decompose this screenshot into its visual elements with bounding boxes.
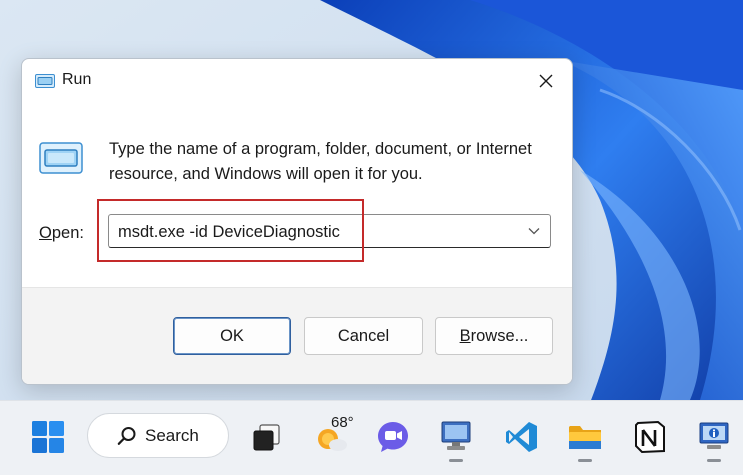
taskbar-search[interactable]: Search	[87, 413, 229, 458]
browse-button[interactable]: Browse...	[435, 317, 553, 355]
task-view-button[interactable]	[244, 415, 288, 459]
cancel-button[interactable]: Cancel	[304, 317, 423, 355]
chevron-down-icon	[528, 228, 540, 235]
chat-button[interactable]	[371, 415, 415, 459]
desktop: Run Type the name of a program, folder, …	[0, 0, 743, 475]
close-button[interactable]	[528, 65, 564, 97]
open-label-text: pen:	[51, 224, 84, 242]
vscode-icon	[506, 422, 537, 452]
weather-temperature: 68°	[331, 414, 354, 431]
dialog-description: Type the name of a program, folder, docu…	[109, 140, 532, 183]
open-input[interactable]	[118, 221, 513, 243]
teams-chat-icon	[378, 422, 408, 452]
start-button[interactable]	[26, 415, 70, 459]
system-info-button[interactable]	[692, 415, 736, 459]
close-icon	[539, 74, 553, 88]
ok-button[interactable]: OK	[173, 317, 291, 355]
system-info-running-indicator	[707, 459, 721, 462]
open-label: Open:	[39, 224, 84, 243]
open-label-accelerator: O	[39, 224, 52, 242]
vscode-button[interactable]	[500, 415, 544, 459]
browse-accelerator: B	[459, 326, 471, 345]
dialog-footer: OK Cancel Browse...	[22, 287, 572, 384]
system-info-icon	[699, 422, 729, 449]
file-explorer-button[interactable]	[563, 415, 607, 459]
open-dropdown-button[interactable]	[522, 219, 546, 243]
dialog-titlebar[interactable]: Run	[22, 59, 572, 103]
search-icon	[116, 425, 138, 447]
browse-label: rowse...	[470, 326, 529, 345]
start-icon	[32, 421, 64, 453]
run-app-icon	[35, 74, 55, 88]
file-explorer-running-indicator	[578, 459, 592, 462]
dialog-title: Run	[62, 71, 92, 88]
run-program-icon	[39, 142, 83, 174]
file-explorer-icon	[569, 426, 601, 449]
remote-desktop-running-indicator	[449, 459, 463, 462]
search-label: Search	[145, 425, 199, 445]
remote-desktop-icon	[441, 421, 471, 450]
notion-icon	[635, 420, 665, 454]
remote-desktop-button[interactable]	[434, 415, 478, 459]
notion-button[interactable]	[628, 415, 672, 459]
open-combobox[interactable]	[108, 214, 551, 248]
taskbar: Search 68°	[0, 400, 743, 475]
run-dialog: Run Type the name of a program, folder, …	[21, 58, 573, 385]
task-view-icon	[253, 424, 280, 451]
